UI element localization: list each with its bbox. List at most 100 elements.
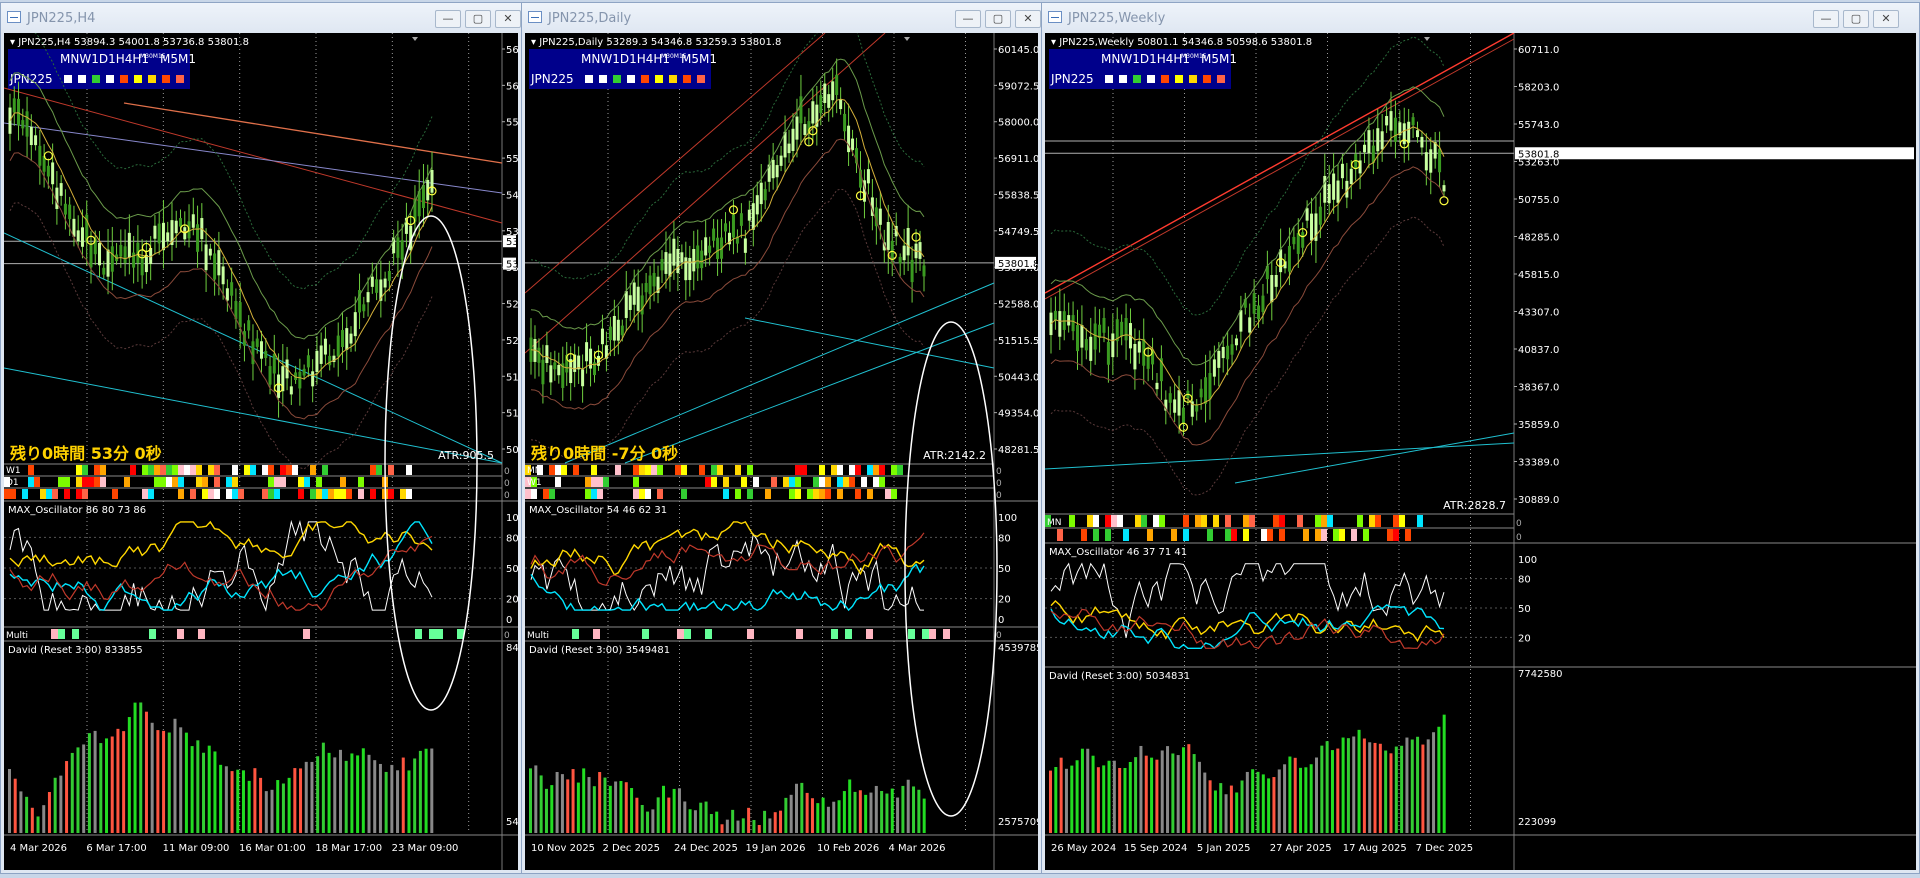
trend-color-cell [1213, 515, 1219, 527]
volume-bar [293, 768, 297, 833]
candle-body [80, 227, 84, 247]
chart-window-daily[interactable]: JPN225,Daily — ▢ ✕ ▾ JPN225,Daily 53289.… [521, 2, 1042, 874]
close-button[interactable]: ✕ [1015, 10, 1041, 28]
volume-bar [299, 768, 303, 833]
candle-body [383, 278, 387, 288]
volume-bar [869, 792, 873, 833]
chart-area[interactable]: ▾ JPN225,Weekly 50801.1 54346.8 50598.6 … [1045, 33, 1916, 870]
volume-bar [1096, 767, 1100, 833]
candle-body [1133, 343, 1137, 370]
trend-color-cell [400, 489, 406, 499]
maximize-button[interactable]: ▢ [985, 10, 1011, 28]
window-titlebar[interactable]: JPN225,H4 — ▢ ✕ [1, 3, 521, 33]
volume-bar [418, 750, 422, 833]
volume-bar [1368, 742, 1372, 833]
volume-bar [150, 722, 154, 833]
volume-bar [241, 770, 245, 833]
volume-bar [70, 752, 74, 833]
symbol-info: ▾ JPN225,H4 53894.3 54001.8 53736.8 5380… [10, 37, 249, 48]
volume-bar [430, 748, 434, 833]
badge-swatch [64, 75, 72, 83]
trend-color-cell [1351, 529, 1357, 541]
chart-area[interactable]: ▾ JPN225,H4 53894.3 54001.8 53736.8 5380… [4, 33, 518, 870]
maximize-button[interactable]: ▢ [1843, 10, 1869, 28]
volume-bar [1442, 714, 1446, 833]
volume-bar [1128, 761, 1132, 833]
david-title: David (Reset 3:00) 3549481 [529, 645, 670, 656]
multi-cell [198, 629, 205, 639]
window-titlebar[interactable]: JPN225,Daily — ▢ ✕ [522, 3, 1041, 33]
timeframe-badge[interactable]: MNW1D1H4H1M30M15M5M1JPN225 [1049, 49, 1237, 89]
chart-window-h4[interactable]: JPN225,H4 — ▢ ✕ ▾ JPN225,H4 53894.3 5400… [0, 2, 522, 874]
candle-body [29, 126, 33, 146]
candle-body [1402, 123, 1406, 145]
trend-color-cell [370, 489, 376, 499]
close-button[interactable]: ✕ [1873, 10, 1899, 28]
timeframe-badge[interactable]: MNW1D1H4H1M30M15M5M1JPN225 [8, 49, 196, 89]
badge-swatch [669, 75, 677, 83]
trend-color-cell [190, 465, 196, 475]
trend-color-cell [64, 477, 70, 487]
volume-bar [667, 797, 671, 833]
trend-color-cell [1153, 515, 1159, 527]
trend-color-cell [891, 465, 897, 475]
chart-window-weekly[interactable]: JPN225,Weekly — ▢ ✕ ▾ JPN225,Weekly 5080… [1041, 2, 1920, 874]
volume-bar [82, 744, 86, 833]
volume-bar [677, 788, 681, 833]
badge-timeframes-2: M5M1 [160, 52, 196, 66]
david-min-label: 223099 [1518, 817, 1556, 828]
volume-bar [1299, 767, 1303, 833]
volume-bar [747, 807, 751, 833]
volume-bar [1426, 739, 1430, 833]
candle-body [1252, 293, 1256, 314]
oscillator-line [9, 519, 433, 612]
close-button[interactable]: ✕ [495, 10, 521, 28]
multi-cell [429, 629, 436, 639]
maximize-button[interactable]: ▢ [465, 10, 491, 28]
chart-canvas[interactable]: ▾ JPN225,Daily 53289.3 54346.8 53259.3 5… [525, 33, 1038, 870]
candle-body [1301, 232, 1305, 248]
trend-color-cell [178, 489, 184, 499]
trend-color-cell [741, 477, 747, 487]
trend-color-cell [531, 489, 537, 499]
chart-canvas[interactable]: ▾ JPN225,Weekly 50801.1 54346.8 50598.6 … [1045, 33, 1916, 870]
candle-body [1376, 128, 1380, 152]
chart-area[interactable]: ▾ JPN225,Daily 53289.3 54346.8 53259.3 5… [525, 33, 1038, 870]
volume-bar [890, 788, 894, 833]
candle-body [1411, 117, 1415, 126]
price-label: 55031.0 [506, 154, 518, 165]
candle-body [1075, 325, 1079, 352]
trend-color-cell [1333, 529, 1339, 541]
chart-canvas[interactable]: ▾ JPN225,H4 53894.3 54001.8 53736.8 5380… [4, 33, 518, 870]
timeframe-badge[interactable]: MNW1D1H4H1M30M15M5M1JPN225 [529, 49, 717, 89]
trend-color-cell [1297, 515, 1303, 527]
trend-color-cell [1321, 515, 1327, 527]
trend-color-cell [388, 465, 394, 475]
volume-bar [116, 728, 120, 833]
candle-body [1305, 208, 1309, 221]
color-bar-label: MN [1047, 518, 1062, 528]
moving-average-line [9, 152, 433, 420]
volume-bar [1187, 744, 1191, 833]
candle-body [102, 267, 106, 275]
color-bar-label: W1 [6, 466, 21, 476]
multi-cell [572, 629, 579, 639]
trend-color-cell [142, 465, 148, 475]
volume-bar [1384, 750, 1388, 833]
window-titlebar[interactable]: JPN225,Weekly — ▢ ✕ [1042, 3, 1919, 33]
volume-bar [236, 769, 240, 833]
chart-window-icon [1048, 11, 1062, 23]
candle-body [430, 170, 434, 193]
minimize-button[interactable]: — [1813, 10, 1839, 28]
trend-color-cell [298, 489, 304, 499]
minimize-button[interactable]: — [955, 10, 981, 28]
candle-body [277, 374, 281, 398]
minimize-button[interactable]: — [435, 10, 461, 28]
volume-bar [832, 801, 836, 833]
multi-cell [866, 629, 873, 639]
volume-bar [1134, 757, 1138, 833]
multi-cell [796, 629, 803, 639]
volume-bar [1123, 767, 1127, 833]
multi-cell [747, 629, 754, 639]
trend-color-cell [891, 489, 897, 499]
